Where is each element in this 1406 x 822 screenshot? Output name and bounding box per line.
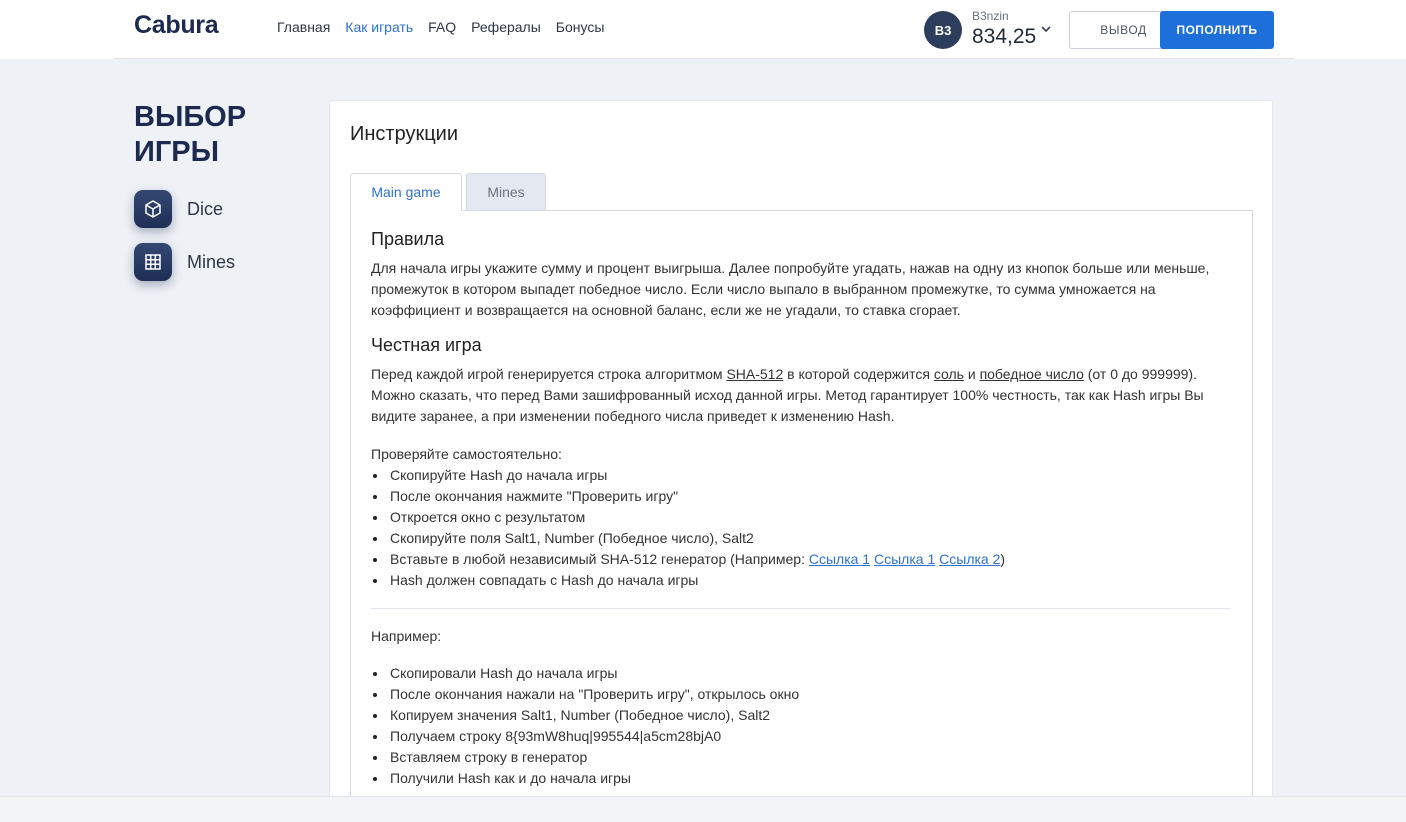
cube-icon bbox=[134, 190, 172, 228]
fair-text-part: в которой содержится bbox=[783, 366, 934, 382]
generator-close: ) bbox=[1000, 551, 1006, 567]
nav-bonuses[interactable]: Бонусы bbox=[556, 19, 605, 35]
sidebar-item-label: Dice bbox=[187, 198, 224, 219]
fair-game-text: Перед каждой игрой генерируется строка а… bbox=[371, 364, 1231, 427]
list-item: Hash должен совпадать с Hash до начала и… bbox=[371, 570, 1231, 591]
example-intro: Например: bbox=[371, 628, 442, 644]
list-item: После окончания нажали на "Проверить игр… bbox=[371, 684, 1231, 705]
footer-strip bbox=[0, 796, 1406, 822]
example-list: Скопировали Hash до начала игры После ок… bbox=[371, 663, 1231, 789]
main-nav: Главная Как играть FAQ Рефералы Бонусы bbox=[277, 19, 604, 35]
check-list: Скопируйте Hash до начала игры После око… bbox=[371, 465, 1231, 591]
list-item: Вставьте в любой независимый SHA-512 ген… bbox=[371, 549, 1231, 570]
list-item: Скопировали Hash до начала игры bbox=[371, 663, 1231, 684]
sidebar-title: ВЫБОР ИГРЫ bbox=[134, 101, 247, 168]
list-item: Получили Hash как и до начала игры bbox=[371, 768, 1231, 789]
check-intro: Проверяйте самостоятельно: bbox=[371, 446, 562, 462]
username: B3nzin bbox=[972, 9, 1009, 23]
nav-how-to-play[interactable]: Как играть bbox=[345, 19, 413, 35]
sha-term: SHA-512 bbox=[726, 366, 784, 382]
list-item: Скопируйте Hash до начала игры bbox=[371, 465, 1231, 486]
list-item: Скопируйте поля Salt1, Number (Победное … bbox=[371, 528, 1231, 549]
rules-text: Для начала игры укажите сумму и процент … bbox=[371, 260, 1210, 318]
fair-game-heading: Честная игра bbox=[371, 335, 482, 355]
nav-referrals[interactable]: Рефералы bbox=[471, 19, 541, 35]
sidebar-item-label: Mines bbox=[187, 251, 236, 272]
sidebar-item-mines[interactable]: Mines bbox=[134, 243, 235, 281]
sidebar-item-dice[interactable]: Dice bbox=[134, 190, 223, 228]
nav-faq[interactable]: FAQ bbox=[428, 19, 456, 35]
fair-text-part: и bbox=[963, 366, 980, 382]
chevron-down-icon[interactable] bbox=[1039, 22, 1053, 36]
user-balance[interactable]: 834,25 bbox=[972, 25, 1036, 49]
logo[interactable]: Cabura bbox=[134, 11, 219, 40]
link-2[interactable]: Ссылка 2 bbox=[939, 551, 1000, 567]
divider bbox=[371, 608, 1231, 609]
salt-term: соль bbox=[933, 366, 964, 382]
list-item: Вставляем строку в генератор bbox=[371, 747, 1231, 768]
deposit-button[interactable]: ПОПОЛНИТЬ bbox=[1160, 11, 1274, 49]
list-item: Копируем значения Salt1, Number (Победно… bbox=[371, 705, 1231, 726]
fair-text-part: Перед каждой игрой генерируется строка а… bbox=[371, 366, 727, 382]
header-bar: Cabura Главная Как играть FAQ Рефералы Б… bbox=[114, 0, 1294, 59]
list-item: После окончания нажмите "Проверить игру" bbox=[371, 486, 1231, 507]
tab-panel: Правила Для начала игры укажите сумму и … bbox=[350, 210, 1253, 822]
grid-icon bbox=[134, 243, 172, 281]
top-header: Cabura Главная Как играть FAQ Рефералы Б… bbox=[0, 0, 1406, 59]
page-title: Инструкции bbox=[350, 123, 459, 145]
tab-mines[interactable]: Mines bbox=[466, 173, 546, 211]
list-item: Получаем строку 8{93mW8huq|995544|a5cm28… bbox=[371, 726, 1231, 747]
avatar[interactable]: B3 bbox=[924, 11, 962, 49]
generator-text: Вставьте в любой независимый SHA-512 ген… bbox=[390, 551, 809, 567]
rules-heading: Правила bbox=[371, 229, 445, 249]
tab-main-game[interactable]: Main game bbox=[350, 173, 462, 211]
link-1[interactable]: Ссылка 1 bbox=[809, 551, 870, 567]
list-item: Откроется окно с результатом bbox=[371, 507, 1231, 528]
instructions-card: Инструкции Main game Mines Правила Для н… bbox=[329, 100, 1273, 822]
winning-number-term: победное число bbox=[979, 366, 1084, 382]
nav-home[interactable]: Главная bbox=[277, 19, 330, 35]
instructions-content: Правила Для начала игры укажите сумму и … bbox=[371, 229, 1231, 789]
link-1b[interactable]: Ссылка 1 bbox=[874, 551, 935, 567]
